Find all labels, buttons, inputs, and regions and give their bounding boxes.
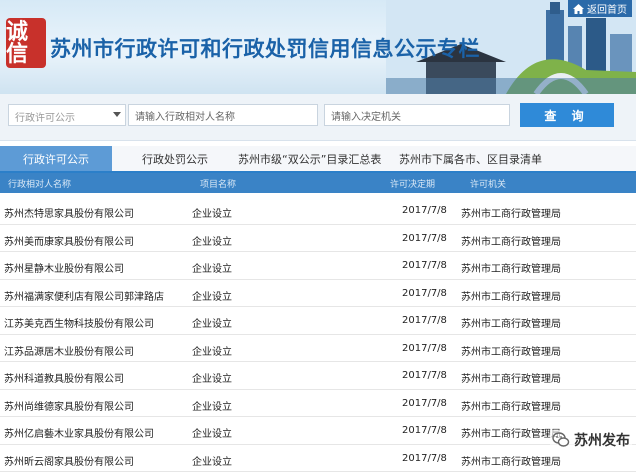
cell-project: 企业设立: [192, 205, 232, 220]
cell-project: 企业设立: [192, 398, 232, 413]
cell-name[interactable]: 苏州昕云阁家具股份有限公司: [4, 453, 134, 468]
credit-logo: 诚信: [6, 18, 46, 68]
cell-org: 苏州市工商行政管理局: [461, 425, 561, 440]
cell-name[interactable]: 苏州福满家便利店有限公司郭津路店: [4, 288, 164, 303]
cell-name[interactable]: 苏州科道教具股份有限公司: [4, 370, 124, 385]
return-home-label: 返回首页: [587, 1, 627, 16]
cell-org: 苏州市工商行政管理局: [461, 370, 561, 385]
tab-penalty-publicity[interactable]: 行政处罚公示: [142, 146, 208, 171]
table-row[interactable]: 苏州美而康家具股份有限公司 企业设立 2017/7/8 苏州市工商行政管理局: [0, 225, 636, 253]
query-button[interactable]: 查 询: [520, 103, 614, 127]
cell-name[interactable]: 苏州杰特思家具股份有限公司: [4, 205, 134, 220]
cell-name[interactable]: 苏州尚维德家具股份有限公司: [4, 398, 134, 413]
cell-date: 2017/7/8: [402, 453, 447, 464]
cell-org: 苏州市工商行政管理局: [461, 398, 561, 413]
cell-date: 2017/7/8: [402, 370, 447, 381]
cell-date: 2017/7/8: [402, 233, 447, 244]
home-icon: [573, 4, 584, 14]
cell-org: 苏州市工商行政管理局: [461, 453, 561, 468]
search-bar: 行政许可公示 查 询: [0, 94, 636, 141]
cell-date: 2017/7/8: [402, 398, 447, 409]
cell-date: 2017/7/8: [402, 315, 447, 326]
cell-org: 苏州市工商行政管理局: [461, 288, 561, 303]
cell-org: 苏州市工商行政管理局: [461, 205, 561, 220]
table-row[interactable]: 苏州亿启藝木业家具股份有限公司 企业设立 2017/7/8 苏州市工商行政管理局: [0, 417, 636, 445]
wechat-icon: [552, 431, 570, 449]
table-row[interactable]: 江苏品源居木业股份有限公司 企业设立 2017/7/8 苏州市工商行政管理局: [0, 335, 636, 363]
object-name-input[interactable]: [128, 104, 318, 126]
column-header-date: 许可决定期: [390, 177, 435, 190]
table-row[interactable]: 苏州科道教具股份有限公司 企业设立 2017/7/8 苏州市工商行政管理局: [0, 362, 636, 390]
cell-name[interactable]: 江苏品源居木业股份有限公司: [4, 343, 134, 358]
cell-project: 企业设立: [192, 315, 232, 330]
cell-org: 苏州市工商行政管理局: [461, 343, 561, 358]
publisher-watermark: 苏州发布: [550, 430, 632, 450]
cell-date: 2017/7/8: [402, 343, 447, 354]
cell-date: 2017/7/8: [402, 425, 447, 436]
cell-org: 苏州市工商行政管理局: [461, 233, 561, 248]
chevron-down-icon: [113, 112, 121, 117]
cell-name[interactable]: 苏州星静木业股份有限公司: [4, 260, 124, 275]
page-title: 苏州市行政许可和行政处罚信用信息公示专栏: [50, 33, 480, 63]
cell-name[interactable]: 苏州美而康家具股份有限公司: [4, 233, 134, 248]
cell-org: 苏州市工商行政管理局: [461, 315, 561, 330]
table-row[interactable]: 苏州杰特思家具股份有限公司 企业设立 2017/7/8 苏州市工商行政管理局: [0, 197, 636, 225]
publicity-type-value: 行政许可公示: [15, 113, 75, 124]
column-header-name: 行政相对人名称: [8, 177, 71, 190]
publicity-type-select[interactable]: 行政许可公示: [8, 104, 126, 126]
cell-project: 企业设立: [192, 343, 232, 358]
column-header-project: 项目名称: [200, 177, 236, 190]
cell-project: 企业设立: [192, 260, 232, 275]
logo-text: 诚信: [6, 21, 46, 65]
cell-project: 企业设立: [192, 233, 232, 248]
column-header-org: 许可机关: [470, 177, 506, 190]
decision-org-input[interactable]: [324, 104, 510, 126]
tab-district-catalog[interactable]: 苏州市下属各市、区目录清单: [399, 146, 542, 171]
cell-project: 企业设立: [192, 453, 232, 468]
cell-project: 企业设立: [192, 288, 232, 303]
table-header: 行政相对人名称 项目名称 许可决定期 许可机关: [0, 173, 636, 193]
cell-date: 2017/7/8: [402, 260, 447, 271]
header-banner: 诚信 苏州市行政许可和行政处罚信用信息公示专栏 返回首页: [0, 0, 636, 94]
tab-city-catalog-summary[interactable]: 苏州市级“双公示”目录汇总表: [238, 146, 381, 171]
cell-project: 企业设立: [192, 370, 232, 385]
return-home-link[interactable]: 返回首页: [568, 0, 632, 17]
table-row[interactable]: 苏州福满家便利店有限公司郭津路店 企业设立 2017/7/8 苏州市工商行政管理…: [0, 280, 636, 308]
tab-bar: 行政许可公示 行政处罚公示 苏州市级“双公示”目录汇总表 苏州市下属各市、区目录…: [0, 146, 636, 173]
cell-name[interactable]: 苏州亿启藝木业家具股份有限公司: [4, 425, 154, 440]
tab-license-publicity[interactable]: 行政许可公示: [0, 146, 112, 171]
cell-name[interactable]: 江苏美克西生物科技股份有限公司: [4, 315, 154, 330]
table-row[interactable]: 苏州昕云阁家具股份有限公司 企业设立 2017/7/8 苏州市工商行政管理局: [0, 445, 636, 472]
cell-date: 2017/7/8: [402, 288, 447, 299]
watermark-text: 苏州发布: [574, 430, 630, 450]
table-row[interactable]: 苏州尚维德家具股份有限公司 企业设立 2017/7/8 苏州市工商行政管理局: [0, 390, 636, 418]
table-row[interactable]: 江苏美克西生物科技股份有限公司 企业设立 2017/7/8 苏州市工商行政管理局: [0, 307, 636, 335]
cell-date: 2017/7/8: [402, 205, 447, 216]
table-body: 苏州杰特思家具股份有限公司 企业设立 2017/7/8 苏州市工商行政管理局 苏…: [0, 197, 636, 472]
cell-org: 苏州市工商行政管理局: [461, 260, 561, 275]
table-row[interactable]: 苏州星静木业股份有限公司 企业设立 2017/7/8 苏州市工商行政管理局: [0, 252, 636, 280]
cell-project: 企业设立: [192, 425, 232, 440]
